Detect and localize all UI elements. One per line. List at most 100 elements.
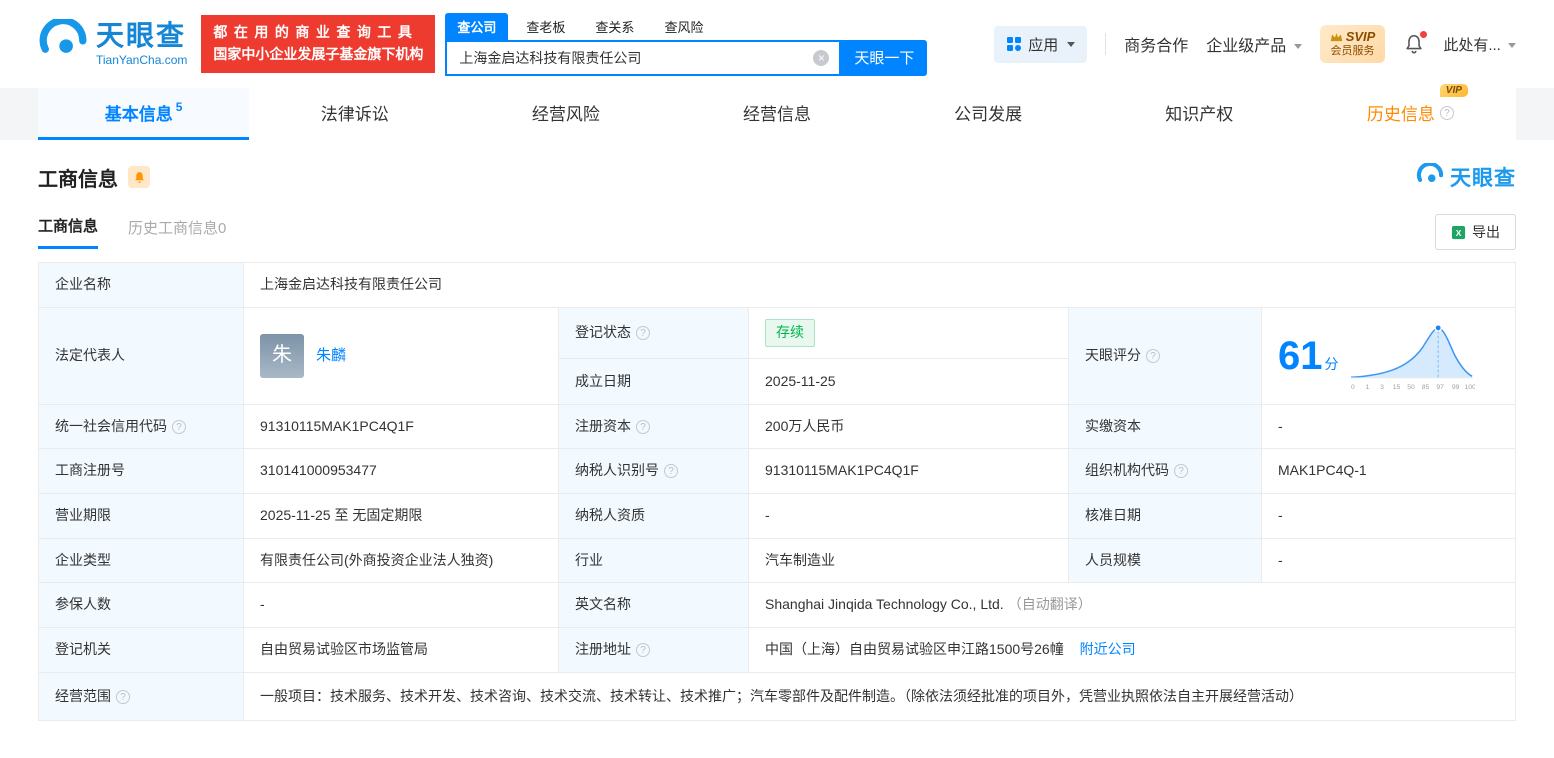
help-icon[interactable] [172, 419, 186, 434]
axis-label: 85 [1421, 384, 1429, 391]
subtab-business-info[interactable]: 工商信息 [38, 215, 99, 249]
field-label: 登记机关 [38, 627, 244, 673]
search-area: 查公司 查老板 查关系 查风险 天眼一下 [445, 12, 928, 76]
help-icon[interactable] [1146, 348, 1160, 363]
export-label: 导出 [1472, 224, 1500, 240]
search-button[interactable]: 天眼一下 [841, 39, 928, 76]
legal-rep-avatar[interactable]: 朱 [260, 333, 304, 378]
apps-menu[interactable]: 应用 [994, 25, 1088, 63]
axis-label: 99 [1451, 384, 1459, 391]
search-tab-company[interactable]: 查公司 [445, 12, 509, 40]
notification-bell[interactable] [1403, 31, 1428, 55]
field-label-text: 纳税人识别号 [575, 462, 659, 479]
paid-capital-value: - [1261, 403, 1516, 450]
table-row: 企业名称 上海金启达科技有限责任公司 [38, 262, 1516, 308]
user-label: 此处有... [1443, 36, 1501, 54]
taxpayer-id-value: 91310115MAK1PC4Q1F [748, 448, 1069, 495]
company-name-value: 上海金启达科技有限责任公司 [243, 262, 1516, 308]
field-label: 注册资本 [558, 403, 749, 450]
export-button[interactable]: X 导出 [1435, 214, 1516, 250]
tab-operation-risk[interactable]: 经营风险 [460, 88, 671, 140]
field-label-text: 天眼评分 [1085, 346, 1141, 363]
field-label: 统一社会信用代码 [38, 403, 244, 450]
brand-name: 天眼查 [96, 19, 187, 51]
tab-operation-info[interactable]: 经营信息 [671, 88, 882, 140]
watermark-logo: 天眼查 [1416, 162, 1516, 192]
field-label: 参保人数 [38, 582, 244, 629]
axis-label: 50 [1407, 384, 1415, 391]
chevron-down-icon [1293, 44, 1302, 50]
clear-search-icon[interactable] [813, 49, 830, 66]
insured-count-value: - [243, 582, 559, 629]
score-chart: 0 1 3 15 50 85 97 99 100 [1350, 323, 1475, 391]
field-label: 法定代表人 [38, 306, 244, 405]
field-label-text: 注册资本 [575, 417, 631, 434]
axis-label: 1 [1365, 384, 1369, 391]
axis-label: 0 [1350, 384, 1354, 391]
excel-icon: X [1451, 225, 1466, 239]
reg-number-value: 310141000953477 [243, 448, 559, 495]
field-label: 注册地址 [558, 627, 749, 673]
table-row: 统一社会信用代码 91310115MAK1PC4Q1F 注册资本 200万人民币… [38, 403, 1516, 450]
help-icon[interactable] [636, 419, 650, 434]
tab-label: 公司发展 [954, 105, 1023, 124]
table-row: 参保人数 - 英文名称 Shanghai Jinqida Technology … [38, 582, 1516, 629]
watermark-brand-text: 天眼查 [1450, 167, 1516, 190]
search-tab-boss[interactable]: 查老板 [514, 13, 577, 40]
tab-label: 知识产权 [1165, 105, 1234, 124]
apps-label: 应用 [1028, 36, 1059, 54]
field-label: 核准日期 [1068, 493, 1262, 539]
axis-label: 97 [1436, 384, 1444, 391]
legal-rep-cell: 朱 朱麟 [243, 306, 559, 405]
apps-grid-icon [1007, 37, 1022, 51]
tianyancha-logo-icon [1416, 163, 1444, 182]
business-term-value: 2025-11-25 至 无固定期限 [243, 493, 559, 539]
business-info-table: 企业名称 上海金启达科技有限责任公司 法定代表人 朱 朱麟 登记状态 存续 [38, 262, 1516, 722]
tab-intellectual-property[interactable]: 知识产权 [1094, 88, 1305, 140]
help-icon[interactable] [1174, 464, 1188, 479]
tab-count: 5 [175, 99, 183, 114]
field-label: 纳税人资质 [558, 493, 749, 539]
tab-label: 基本信息 [104, 105, 173, 124]
bell-icon [134, 171, 144, 183]
user-menu[interactable]: 此处有... [1443, 34, 1516, 55]
tianyancha-logo[interactable]: 天眼查 TianYanCha.com [38, 19, 187, 69]
help-icon[interactable] [636, 643, 650, 658]
establish-date-value: 2025-11-25 [748, 358, 1069, 405]
chevron-down-icon [1508, 43, 1516, 49]
org-code-value: MAK1PC4Q-1 [1261, 448, 1516, 495]
subtab-history-business-info[interactable]: 历史工商信息0 [128, 217, 226, 248]
section-header: 工商信息 天眼查 [38, 162, 1516, 192]
field-label: 经营范围 [38, 671, 244, 722]
tab-legal-litigation[interactable]: 法律诉讼 [249, 88, 460, 140]
subscribe-bell-button[interactable] [128, 166, 150, 188]
subtabs-row: 工商信息 历史工商信息0 X 导出 [38, 214, 1516, 250]
enterprise-product-menu[interactable]: 企业级产品 [1206, 32, 1302, 56]
tab-company-development[interactable]: 公司发展 [883, 88, 1094, 140]
biz-coop-link[interactable]: 商务合作 [1124, 32, 1188, 56]
search-tab-relation[interactable]: 查关系 [583, 13, 646, 40]
axis-label: 100 [1464, 384, 1474, 391]
search-tab-risk[interactable]: 查风险 [652, 13, 715, 40]
svip-title: SVIP [1345, 29, 1376, 44]
tab-history-info[interactable]: VIP 历史信息 [1305, 84, 1516, 140]
legal-rep-link[interactable]: 朱麟 [316, 344, 346, 367]
table-row: 工商注册号 310141000953477 纳税人识别号 91310115MAK… [38, 448, 1516, 495]
chevron-down-icon [1067, 41, 1076, 47]
nearby-companies-link[interactable]: 附近公司 [1080, 641, 1136, 657]
approval-date-value: - [1261, 493, 1516, 539]
svip-member-badge[interactable]: SVIP 会员服务 [1319, 25, 1386, 63]
reg-status-cell: 存续 [748, 306, 1069, 360]
company-nav-tabs: 基本信息 5 法律诉讼 经营风险 经营信息 公司发展 知识产权 VIP 历史信息 [38, 84, 1516, 140]
help-icon[interactable] [664, 464, 678, 479]
field-label: 天眼评分 [1068, 306, 1262, 405]
help-icon[interactable] [1439, 105, 1454, 120]
field-label: 企业类型 [38, 537, 244, 584]
divider [1105, 33, 1107, 55]
notification-dot [1420, 31, 1428, 38]
promo-line1: 都在用的商业查询工具 [213, 24, 419, 41]
help-icon[interactable] [636, 326, 650, 341]
tab-basic-info[interactable]: 基本信息 5 [38, 88, 250, 140]
search-input[interactable] [447, 49, 814, 66]
help-icon[interactable] [116, 689, 130, 704]
